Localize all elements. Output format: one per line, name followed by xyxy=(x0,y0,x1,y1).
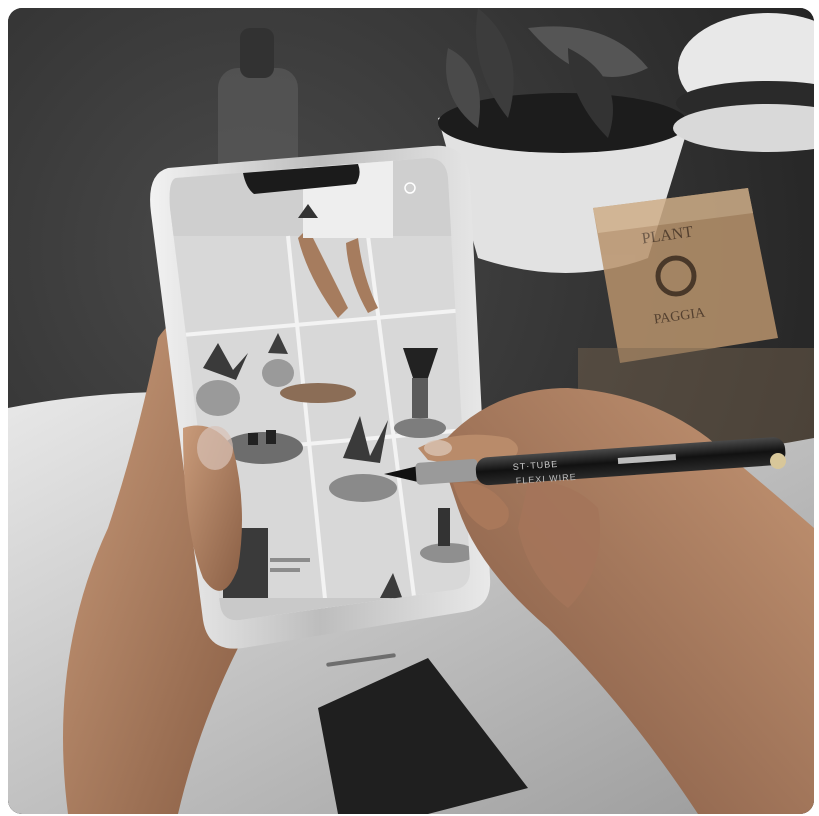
photo-frame: PLANT PAGGIA ST·TUBE FLEXI WIRE xyxy=(8,8,814,814)
kraft-box: PLANT PAGGIA xyxy=(593,188,778,363)
right-fingernail xyxy=(424,440,452,456)
left-thumbnail xyxy=(197,426,233,470)
pen-grip xyxy=(415,458,479,485)
pen-end-cap xyxy=(770,453,786,469)
photo-scene: PLANT PAGGIA ST·TUBE FLEXI WIRE xyxy=(8,8,814,814)
smartphone xyxy=(150,145,491,667)
